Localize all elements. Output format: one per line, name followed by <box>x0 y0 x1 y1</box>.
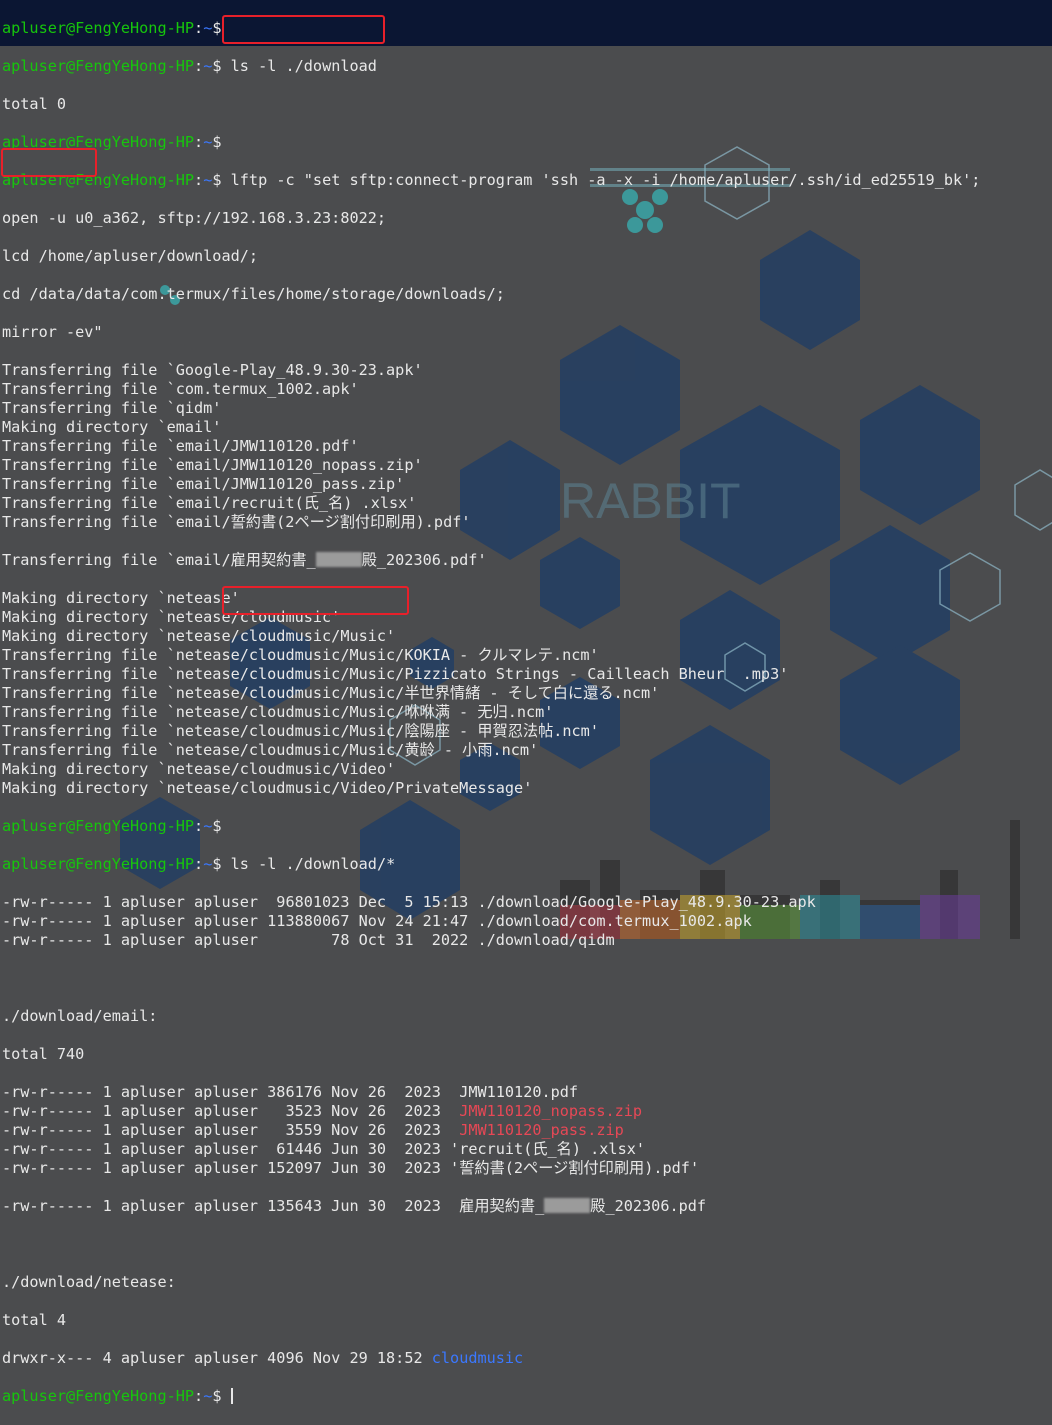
command-line: mirror -ev" <box>2 323 103 341</box>
file-row: -rw-r----- 1 apluser apluser 3559 Nov 26… <box>2 1121 624 1139</box>
output-line: total 0 <box>2 95 67 113</box>
redacted-blur <box>315 552 362 567</box>
output-line: Transferring file `com.termux_1002.apk' <box>2 380 359 398</box>
output-line: -rw-r----- 1 apluser apluser 78 Oct 31 2… <box>2 931 615 949</box>
dir-header: ./download/email: <box>2 1007 158 1025</box>
output-line: -rw-r----- 1 apluser apluser 113880067 N… <box>2 912 752 930</box>
highlight-box <box>222 15 385 44</box>
email-listing: -rw-r----- 1 apluser apluser 386176 Nov … <box>0 1083 1052 1178</box>
output-line: Transferring file `netease/cloudmusic/Mu… <box>2 665 789 683</box>
highlight-box <box>222 586 409 615</box>
file-row: -rw-r----- 1 apluser apluser 152097 Jun … <box>2 1159 700 1177</box>
prompt-line: apluser@FengYeHong-HP:~$ <box>2 133 222 151</box>
output-line: Making directory `netease/cloudmusic/Mus… <box>2 627 396 645</box>
output-line: Transferring file `email/JMW110120_pass.… <box>2 475 405 493</box>
output-line: Transferring file `Google-Play_48.9.30-2… <box>2 361 423 379</box>
output-line: Transferring file `email/誓約書(2ページ割付印刷用).… <box>2 513 471 531</box>
command-text: ls -l ./download/* <box>221 855 396 873</box>
transfer-log: Transferring file `Google-Play_48.9.30-2… <box>0 361 1052 532</box>
file-row: -rw-r----- 1 apluser apluser 135643 Jun … <box>2 1197 707 1215</box>
output-line: Transferring file `netease/cloudmusic/Mu… <box>2 703 554 721</box>
file-name: 'recruit(氏_名) .xlsx' <box>450 1140 646 1158</box>
output-line: Transferring file `netease/cloudmusic/Mu… <box>2 684 660 702</box>
prompt-line: apluser@FengYeHong-HP:~$ <box>2 817 222 835</box>
dir-total: total 740 <box>2 1045 85 1063</box>
command-line: cd /data/data/com.termux/files/home/stor… <box>2 285 505 303</box>
file-row: drwxr-x--- 4 apluser apluser 4096 Nov 29… <box>2 1349 524 1367</box>
command-text: ls -l ./download <box>221 57 377 75</box>
dir-total: total 4 <box>2 1311 67 1329</box>
output-line: Transferring file `email/recruit(氏_名) .x… <box>2 494 417 512</box>
terminal-output[interactable]: apluser@FengYeHong-HP:~$ apluser@FengYeH… <box>0 0 1052 1405</box>
file-row: -rw-r----- 1 apluser apluser 61446 Jun 3… <box>2 1140 646 1158</box>
transfer-log: Making directory `netease' Making directo… <box>0 589 1052 798</box>
output-line: Transferring file `netease/cloudmusic/Mu… <box>2 741 539 759</box>
output-line: Making directory `netease/cloudmusic/Vid… <box>2 760 396 778</box>
output-line: Transferring file `email/JMW110120.pdf' <box>2 437 359 455</box>
prompt-line: apluser@FengYeHong-HP:~$ <box>2 19 222 37</box>
prompt-line: apluser@FengYeHong-HP:~$ ls -l ./downloa… <box>2 855 396 873</box>
output-line: Transferring file `qidm' <box>2 399 222 417</box>
ls-listing: -rw-r----- 1 apluser apluser 96801023 De… <box>0 893 1052 950</box>
output-line: Making directory `netease/cloudmusic' <box>2 608 341 626</box>
output-line: Transferring file `netease/cloudmusic/Mu… <box>2 722 599 740</box>
output-line: -rw-r----- 1 apluser apluser 96801023 De… <box>2 893 816 911</box>
file-name: '誓約書(2ページ割付印刷用).pdf' <box>450 1159 700 1177</box>
redacted-blur <box>544 1198 591 1213</box>
command-line: lcd /home/apluser/download/; <box>2 247 259 265</box>
prompt-line: apluser@FengYeHong-HP:~$ <box>2 1387 233 1405</box>
output-line: Transferring file `email/JMW110120_nopas… <box>2 456 423 474</box>
output-line: Making directory `netease' <box>2 589 240 607</box>
file-name: JMW110120_nopass.zip <box>459 1102 643 1120</box>
file-row: -rw-r----- 1 apluser apluser 386176 Nov … <box>2 1083 579 1101</box>
command-text: lftp -c "set sftp:connect-program 'ssh -… <box>221 171 981 189</box>
command-line: open -u u0_a362, sftp://192.168.3.23:802… <box>2 209 387 227</box>
file-row: -rw-r----- 1 apluser apluser 3523 Nov 26… <box>2 1102 643 1120</box>
file-name: JMW110120.pdf <box>459 1083 579 1101</box>
output-line: Making directory `netease/cloudmusic/Vid… <box>2 779 533 797</box>
text-cursor <box>230 1388 233 1404</box>
file-name: JMW110120_pass.zip <box>459 1121 624 1139</box>
prompt-line: apluser@FengYeHong-HP:~$ ls -l ./downloa… <box>2 57 377 75</box>
prompt-line: apluser@FengYeHong-HP:~$ lftp -c "set sf… <box>2 171 981 189</box>
highlight-box <box>1 148 97 177</box>
output-line: Transferring file `email/雇用契約書_ 殿_202306.… <box>2 551 487 569</box>
output-line: Making directory `email' <box>2 418 222 436</box>
output-line: Transferring file `netease/cloudmusic/Mu… <box>2 646 599 664</box>
dir-header: ./download/netease: <box>2 1273 176 1291</box>
dir-name: cloudmusic <box>431 1349 524 1367</box>
